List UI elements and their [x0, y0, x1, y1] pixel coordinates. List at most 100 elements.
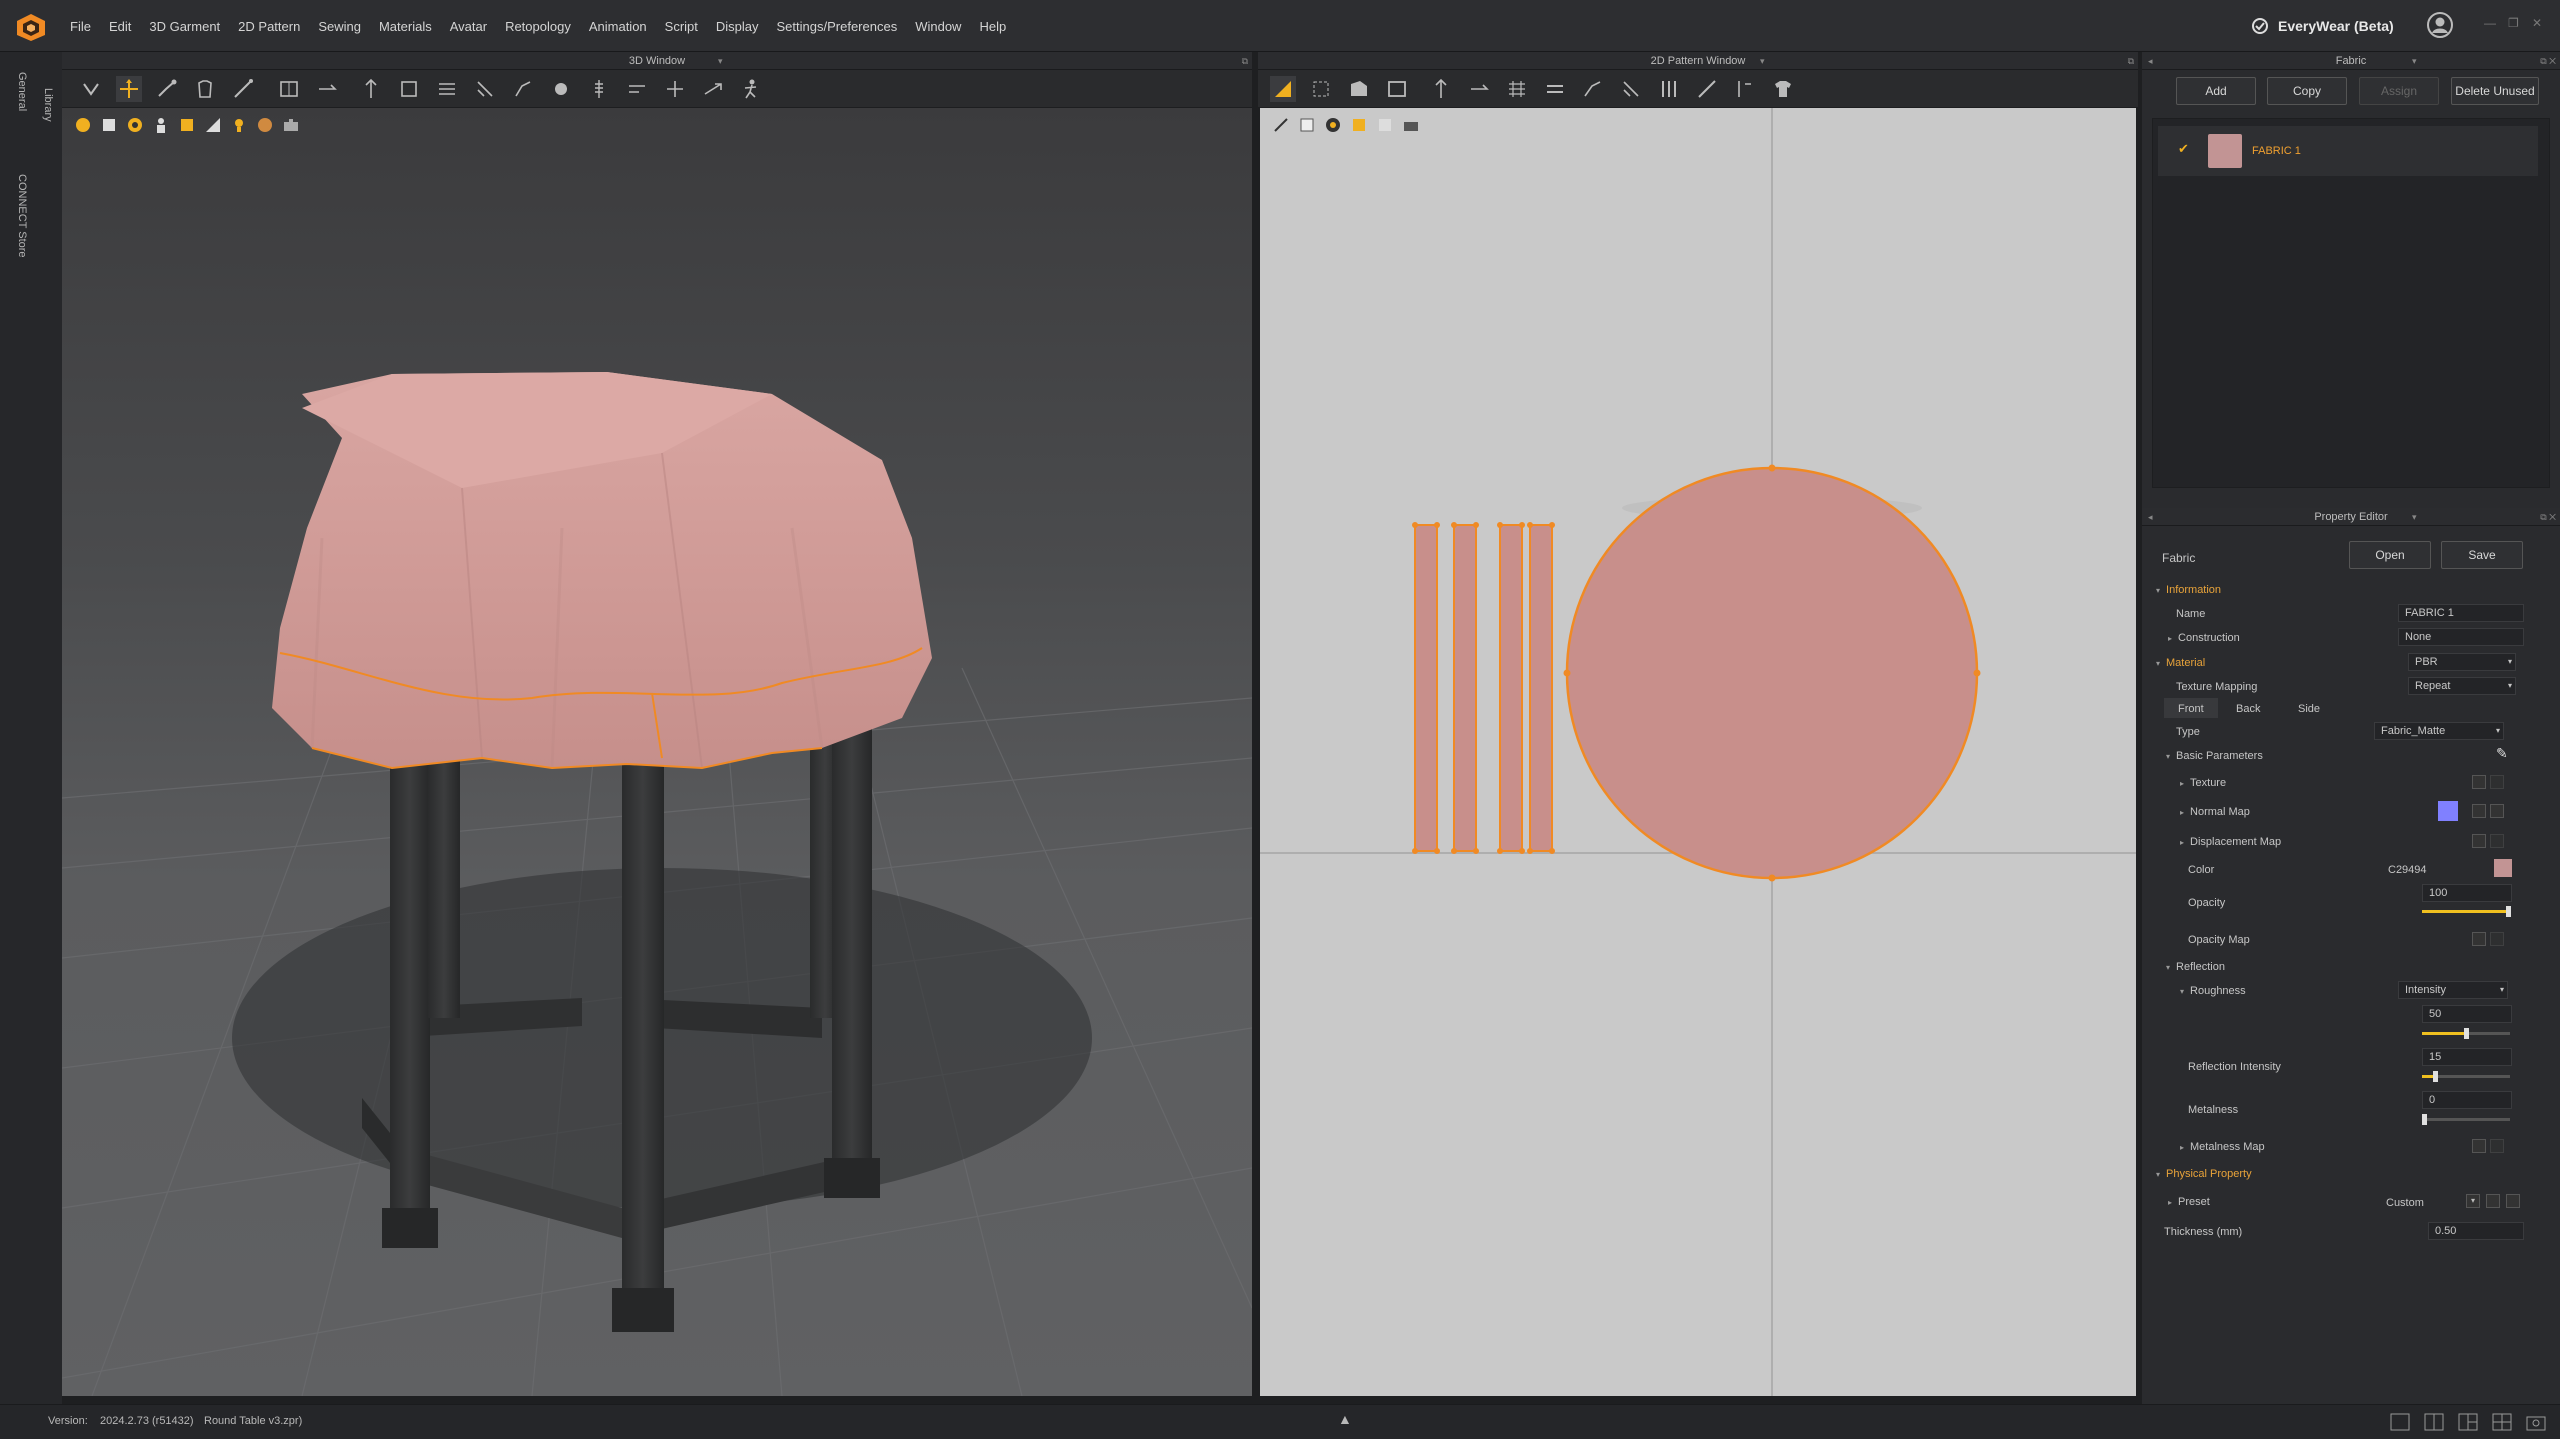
reflection-intensity-slider[interactable] [2422, 1071, 2510, 1082]
fabric-assign-button[interactable]: Assign [2359, 77, 2439, 105]
material-type-select[interactable]: PBR [2408, 653, 2516, 671]
magic-wand-icon[interactable]: ✎ [2496, 745, 2508, 762]
roughness-mode-select[interactable]: Intensity [2398, 981, 2508, 999]
pattern-tool-2-icon[interactable] [1298, 116, 1316, 134]
segment-sew-icon[interactable] [472, 76, 498, 102]
trace-icon[interactable] [1732, 76, 1758, 102]
property-open-button[interactable]: Open [2349, 541, 2431, 569]
opacity-slider[interactable] [2422, 906, 2511, 917]
metalness-field[interactable]: 0 [2422, 1091, 2512, 1109]
opacity-map-browse-icon[interactable] [2472, 932, 2486, 946]
roughness-field[interactable]: 50 [2422, 1005, 2512, 1023]
measure-tool-icon[interactable] [230, 76, 256, 102]
viewport-2d[interactable] [1260, 108, 2136, 1396]
fabric-copy-button[interactable]: Copy [2267, 77, 2347, 105]
puckering-icon[interactable] [662, 76, 688, 102]
segment-sewing-2d-icon[interactable] [1618, 76, 1644, 102]
texture-row[interactable]: ▸ Texture [2180, 777, 2226, 789]
shirt-icon[interactable] [1770, 76, 1796, 102]
displacement-browse-icon[interactable] [2472, 834, 2486, 848]
select-icon[interactable] [78, 76, 104, 102]
metalness-slider[interactable] [2422, 1114, 2510, 1125]
layout-three-icon[interactable] [2458, 1413, 2478, 1431]
pattern-tool-4-icon[interactable] [1350, 116, 1368, 134]
opacity-field[interactable]: 100 [2422, 884, 2512, 902]
texture-mapping-select[interactable]: Repeat [2408, 677, 2516, 695]
internal-line-icon[interactable] [1428, 76, 1454, 102]
move-tool-icon[interactable] [116, 76, 142, 102]
menu-file[interactable]: File [70, 19, 91, 34]
rectangle-icon[interactable] [1384, 76, 1410, 102]
preset-open-icon[interactable] [2486, 1194, 2500, 1208]
dart-icon[interactable] [1466, 76, 1492, 102]
menu-avatar[interactable]: Avatar [450, 19, 487, 34]
sidebar-tab-connect-store[interactable]: CONNECT Store [16, 174, 28, 258]
construction-field[interactable]: None [2398, 628, 2524, 646]
pattern-tool-5-icon[interactable] [1376, 116, 1394, 134]
menu-edit[interactable]: Edit [109, 19, 131, 34]
topstitch-icon[interactable] [624, 76, 650, 102]
reflection-row[interactable]: ▾ Reflection [2166, 961, 2225, 973]
construction-row[interactable]: ▸ Construction [2168, 632, 2240, 644]
menu-sewing[interactable]: Sewing [318, 19, 361, 34]
close-icon[interactable]: ✕ [2532, 16, 2542, 30]
window-3d-float-icon[interactable]: ⧉ [1242, 52, 1248, 70]
texture-clear-icon[interactable] [2490, 775, 2504, 789]
avatar-measure-icon[interactable] [700, 76, 726, 102]
preset-dropdown-icon[interactable]: ▾ [2466, 1194, 2480, 1208]
tab-side[interactable]: Side [2298, 703, 2320, 715]
section-physical-property[interactable]: ▾ Physical Property [2156, 1168, 2252, 1180]
metalness-map-row[interactable]: ▸ Metalness Map [2180, 1141, 2265, 1153]
menu-materials[interactable]: Materials [379, 19, 432, 34]
fabric-add-button[interactable]: Add [2176, 77, 2256, 105]
elastic-icon[interactable] [1656, 76, 1682, 102]
freesew-icon[interactable] [510, 76, 536, 102]
layout-single-icon[interactable] [2390, 1413, 2410, 1431]
menu-retopology[interactable]: Retopology [505, 19, 571, 34]
window-3d-menu-icon[interactable]: ▾ [718, 52, 723, 70]
normal-map-browse-icon[interactable] [2472, 804, 2486, 818]
fold-arrange-icon[interactable] [1542, 76, 1568, 102]
pattern-tool-1-icon[interactable] [1272, 116, 1290, 134]
normal-map-delete-icon[interactable] [2490, 804, 2504, 818]
button-tool-icon[interactable] [548, 76, 574, 102]
preset-save-icon[interactable] [2506, 1194, 2520, 1208]
pattern-tool-6-icon[interactable] [1402, 116, 1420, 134]
window-2d-menu-icon[interactable]: ▾ [1760, 52, 1765, 70]
layout-quad-icon[interactable] [2492, 1413, 2512, 1431]
fold-tool-icon[interactable] [276, 76, 302, 102]
thickness-field[interactable]: 0.50 [2428, 1222, 2524, 1240]
section-material[interactable]: ▾ Material [2156, 657, 2205, 669]
section-information[interactable]: ▾ Information [2156, 584, 2221, 596]
roughness-slider[interactable] [2422, 1028, 2510, 1039]
displacement-map-row[interactable]: ▸ Displacement Map [2180, 836, 2281, 848]
fabric-list-item[interactable]: ✔ FABRIC 1 [2158, 126, 2538, 176]
layout-split-icon[interactable] [2424, 1413, 2444, 1431]
pin-tool-icon[interactable] [154, 76, 180, 102]
tab-front[interactable]: Front [2178, 703, 2204, 715]
property-close-icon[interactable]: ⧉ ✕ [2540, 508, 2556, 526]
measure-2d-icon[interactable] [1694, 76, 1720, 102]
property-menu-icon[interactable]: ▾ [2412, 508, 2417, 526]
roughness-row[interactable]: ▾ Roughness [2180, 985, 2246, 997]
preset-row[interactable]: ▸ Preset [2168, 1196, 2210, 1208]
user-account-icon[interactable] [2426, 11, 2454, 39]
arrange-tool-icon[interactable] [358, 76, 384, 102]
menu-display[interactable]: Display [716, 19, 759, 34]
type-select[interactable]: Fabric_Matte [2374, 722, 2504, 740]
sewing-tool-icon[interactable] [434, 76, 460, 102]
window-2d-float-icon[interactable]: ⧉ [2128, 52, 2134, 70]
fabric-menu-icon[interactable]: ▾ [2412, 52, 2417, 70]
transform-pattern-icon[interactable] [1270, 76, 1296, 102]
color-swatch[interactable] [2494, 859, 2512, 877]
fabric-close-icon[interactable]: ⧉ ✕ [2540, 52, 2556, 70]
fabric-delete-unused-button[interactable]: Delete Unused [2451, 77, 2539, 105]
property-pin-icon[interactable]: ◂ [2148, 508, 2153, 526]
viewport-3d[interactable] [62, 108, 1252, 1396]
normal-map-swatch[interactable] [2438, 801, 2458, 821]
menu-script[interactable]: Script [665, 19, 698, 34]
metalness-map-clear-icon[interactable] [2490, 1139, 2504, 1153]
zipper-tool-icon[interactable] [586, 76, 612, 102]
property-save-button[interactable]: Save [2441, 541, 2523, 569]
everywear-button[interactable]: EveryWear (Beta) [2250, 13, 2394, 39]
